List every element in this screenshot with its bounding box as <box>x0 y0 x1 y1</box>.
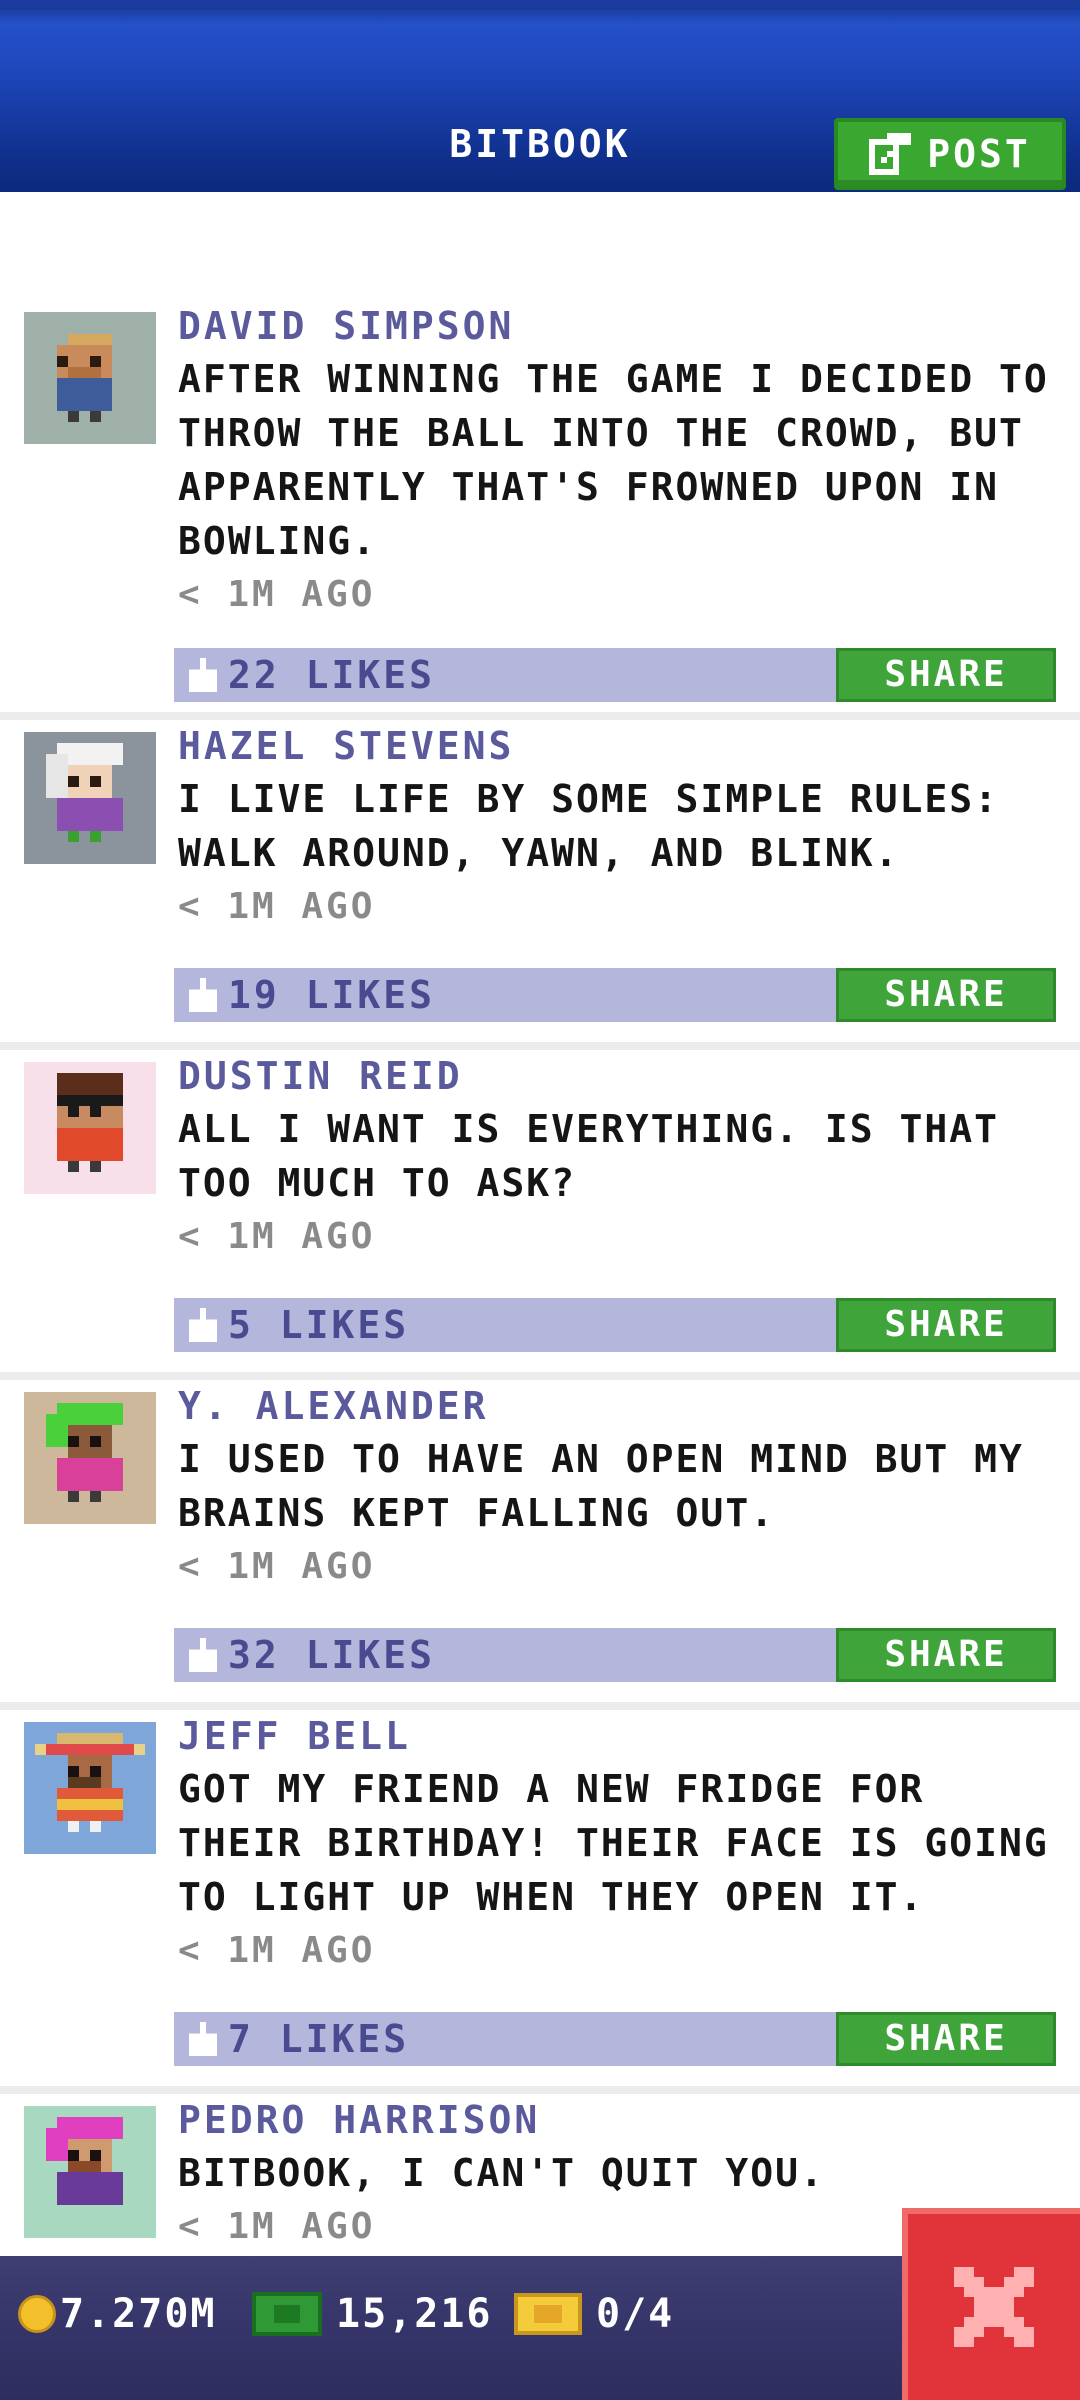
avatar <box>24 1392 156 1524</box>
feed-post: HAZEL STEVENS I LIVE LIFE BY SOME SIMPLE… <box>0 720 1080 1050</box>
feed-list: DAVID SIMPSON AFTER WINNING THE GAME I D… <box>0 300 1080 2294</box>
app-header: BITBOOK POST <box>0 0 1080 192</box>
thumbs-up-icon[interactable] <box>188 1308 218 1342</box>
post-text: GOT MY FRIEND A NEW FRIDGE FOR THEIR BIR… <box>178 1767 1049 1919</box>
avatar <box>24 1722 156 1854</box>
post-button-label: POST <box>927 132 1031 176</box>
post-time: < 1M AGO <box>178 1930 376 1971</box>
post-time: < 1M AGO <box>178 574 376 615</box>
post-text: BITBOOK, I CAN'T QUIT YOU. <box>178 2151 825 2195</box>
likes-count: 5 LIKES <box>228 1303 410 1347</box>
share-button[interactable]: SHARE <box>836 1298 1056 1352</box>
post-time: < 1M AGO <box>178 1546 376 1587</box>
post-body: DUSTIN REID ALL I WANT IS EVERYTHING. IS… <box>178 1050 1060 1264</box>
avatar <box>24 312 156 444</box>
avatar <box>24 2106 156 2238</box>
likes-bar: 7 LIKES SHARE <box>174 2012 1056 2066</box>
avatar <box>24 1062 156 1194</box>
post-author[interactable]: HAZEL STEVENS <box>178 720 1060 772</box>
feed-post: DAVID SIMPSON AFTER WINNING THE GAME I D… <box>0 300 1080 720</box>
bux-icon <box>252 2292 322 2336</box>
close-icon <box>954 2267 1034 2347</box>
post-author[interactable]: DAVID SIMPSON <box>178 300 1060 352</box>
avatar <box>24 732 156 864</box>
share-button[interactable]: SHARE <box>836 1628 1056 1682</box>
close-button[interactable] <box>902 2208 1080 2400</box>
post-text: AFTER WINNING THE GAME I DECIDED TO THRO… <box>178 357 1049 563</box>
post-time: < 1M AGO <box>178 1216 376 1257</box>
coin-icon <box>18 2295 56 2333</box>
likes-count: 22 LIKES <box>228 653 436 697</box>
share-button[interactable]: SHARE <box>836 648 1056 702</box>
post-time: < 1M AGO <box>178 886 376 927</box>
ticket-icon <box>514 2293 582 2335</box>
feed-post: JEFF BELL GOT MY FRIEND A NEW FRIDGE FOR… <box>0 1710 1080 2094</box>
thumbs-up-icon[interactable] <box>188 2022 218 2056</box>
share-button[interactable]: SHARE <box>836 968 1056 1022</box>
post-button[interactable]: POST <box>834 118 1066 190</box>
share-button[interactable]: SHARE <box>836 2012 1056 2066</box>
post-author[interactable]: DUSTIN REID <box>178 1050 1060 1102</box>
post-author[interactable]: JEFF BELL <box>178 1710 1060 1762</box>
coins-value: 7.270M <box>60 2291 217 2337</box>
bux-value: 15,216 <box>336 2291 493 2337</box>
likes-bar: 19 LIKES SHARE <box>174 968 1056 1022</box>
post-body: HAZEL STEVENS I LIVE LIFE BY SOME SIMPLE… <box>178 720 1060 934</box>
post-text: I USED TO HAVE AN OPEN MIND BUT MY BRAIN… <box>178 1437 1024 1535</box>
post-body: JEFF BELL GOT MY FRIEND A NEW FRIDGE FOR… <box>178 1710 1060 1978</box>
likes-bar: 5 LIKES SHARE <box>174 1298 1056 1352</box>
post-author[interactable]: PEDRO HARRISON <box>178 2094 1060 2146</box>
likes-bar: 22 LIKES SHARE <box>174 648 1056 702</box>
feed-post: DUSTIN REID ALL I WANT IS EVERYTHING. IS… <box>0 1050 1080 1380</box>
post-body: Y. ALEXANDER I USED TO HAVE AN OPEN MIND… <box>178 1380 1060 1594</box>
post-text: ALL I WANT IS EVERYTHING. IS THAT TOO MU… <box>178 1107 999 1205</box>
bux-stat: 15,216 <box>252 2286 493 2342</box>
likes-count: 7 LIKES <box>228 2017 410 2061</box>
tickets-value: 0/4 <box>596 2291 675 2337</box>
post-author[interactable]: Y. ALEXANDER <box>178 1380 1060 1432</box>
thumbs-up-icon[interactable] <box>188 658 218 692</box>
tickets-stat: 0/4 <box>514 2286 674 2342</box>
likes-bar: 32 LIKES SHARE <box>174 1628 1056 1682</box>
coins-stat: 7.270M <box>18 2286 217 2342</box>
thumbs-up-icon[interactable] <box>188 1638 218 1672</box>
likes-count: 19 LIKES <box>228 973 436 1017</box>
post-body: DAVID SIMPSON AFTER WINNING THE GAME I D… <box>178 300 1060 622</box>
likes-count: 32 LIKES <box>228 1633 436 1677</box>
edit-icon <box>869 133 912 175</box>
post-text: I LIVE LIFE BY SOME SIMPLE RULES: WALK A… <box>178 777 999 875</box>
thumbs-up-icon[interactable] <box>188 978 218 1012</box>
feed-post: Y. ALEXANDER I USED TO HAVE AN OPEN MIND… <box>0 1380 1080 1710</box>
